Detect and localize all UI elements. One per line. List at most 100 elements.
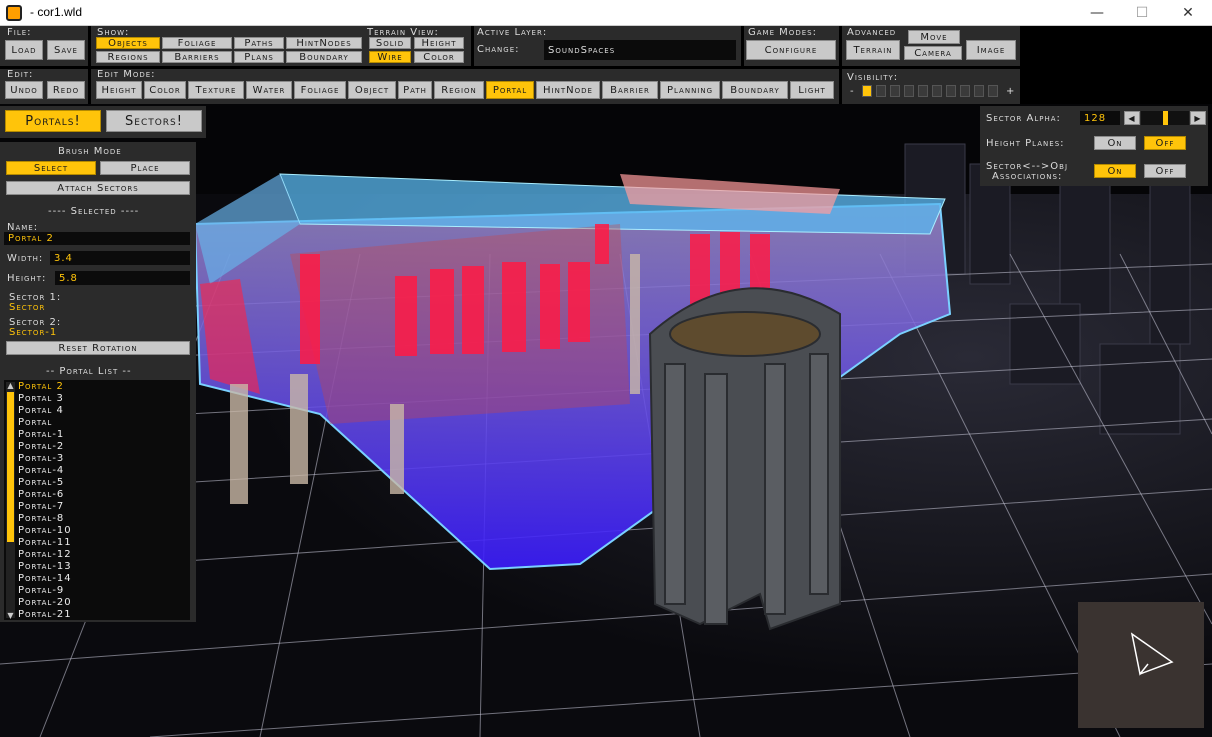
edit-mode-hintnode-button[interactable]: HintNode — [536, 81, 600, 99]
visibility-slider[interactable] — [862, 85, 1002, 99]
height-field[interactable]: 5.8 — [55, 271, 190, 285]
portal-list-item[interactable]: Portal-11 — [18, 537, 183, 549]
terrain-color-button[interactable]: Color — [414, 51, 464, 63]
show-paths-button[interactable]: Paths — [234, 37, 284, 49]
show-barriers-button[interactable]: Barriers — [162, 51, 232, 63]
visibility-decrease[interactable]: - — [850, 86, 855, 97]
sector-alpha-slider[interactable] — [1141, 111, 1189, 125]
sector-alpha-value[interactable]: 128 — [1080, 111, 1120, 125]
move-button[interactable]: Move — [908, 30, 960, 44]
portal-list-item[interactable]: Portal 3 — [18, 393, 183, 405]
maximize-button[interactable]: ☐ — [1119, 0, 1165, 26]
portal-list-item[interactable]: Portal-10 — [18, 525, 183, 537]
scroll-down-icon[interactable]: ▼ — [6, 611, 15, 621]
visibility-step[interactable] — [932, 85, 942, 97]
show-plans-button[interactable]: Plans — [234, 51, 284, 63]
portal-list-item[interactable]: Portal-7 — [18, 501, 183, 513]
show-foliage-button[interactable]: Foliage — [162, 37, 232, 49]
associations-on-button[interactable]: On — [1094, 164, 1136, 178]
camera-button[interactable]: Camera — [904, 46, 962, 60]
edit-mode-portal-button[interactable]: Portal — [486, 81, 534, 99]
edit-mode-region-button[interactable]: Region — [434, 81, 484, 99]
edit-mode-barrier-button[interactable]: Barrier — [602, 81, 658, 99]
visibility-step[interactable] — [974, 85, 984, 97]
portal-list-item[interactable]: Portal-5 — [18, 477, 183, 489]
alpha-decrease-button[interactable]: ◀ — [1124, 111, 1140, 125]
portal-list-item[interactable]: Portal-12 — [18, 549, 183, 561]
edit-mode-planning-button[interactable]: Planning — [660, 81, 720, 99]
portal-list-item[interactable]: Portal — [18, 417, 183, 429]
sector1-value: Sector — [9, 302, 46, 313]
height-planes-off-button[interactable]: Off — [1144, 136, 1186, 150]
show-boundary-button[interactable]: Boundary — [286, 51, 362, 63]
portal-list-item[interactable]: Portal-21 — [18, 609, 183, 621]
file-label: File: — [7, 27, 32, 38]
terrain-height-button[interactable]: Height — [414, 37, 464, 49]
visibility-step[interactable] — [988, 85, 998, 97]
visibility-step[interactable] — [876, 85, 886, 97]
visibility-step[interactable] — [918, 85, 928, 97]
brush-select-button[interactable]: Select — [6, 161, 96, 175]
reset-rotation-button[interactable]: Reset Rotation — [6, 341, 190, 355]
visibility-step[interactable] — [960, 85, 970, 97]
edit-mode-water-button[interactable]: Water — [246, 81, 292, 99]
load-button[interactable]: Load — [5, 40, 43, 60]
close-button[interactable]: ✕ — [1165, 0, 1211, 26]
sector-alpha-label: Sector Alpha: — [986, 113, 1061, 124]
show-hintnodes-button[interactable]: HintNodes — [286, 37, 362, 49]
portals-tab[interactable]: Portals! — [5, 110, 101, 132]
terrain-wire-button[interactable]: Wire — [369, 51, 411, 63]
portal-list-item[interactable]: Portal-4 — [18, 465, 183, 477]
edit-mode-light-button[interactable]: Light — [790, 81, 834, 99]
undo-button[interactable]: Undo — [5, 81, 43, 99]
associations-off-button[interactable]: Off — [1144, 164, 1186, 178]
divider — [88, 26, 91, 104]
image-button[interactable]: Image — [966, 40, 1016, 60]
redo-button[interactable]: Redo — [47, 81, 85, 99]
edit-mode-object-button[interactable]: Object — [348, 81, 396, 99]
visibility-step[interactable] — [946, 85, 956, 97]
attach-sectors-button[interactable]: Attach Sectors — [6, 181, 190, 195]
portal-list-item[interactable]: Portal 2 — [18, 381, 183, 393]
configure-button[interactable]: Configure — [746, 40, 836, 60]
sector-alpha-thumb[interactable] — [1163, 111, 1168, 125]
edit-mode-height-button[interactable]: Height — [96, 81, 142, 99]
edit-mode-foliage-button[interactable]: Foliage — [294, 81, 346, 99]
terrain-solid-button[interactable]: Solid — [369, 37, 411, 49]
portal-list-item[interactable]: Portal-6 — [18, 489, 183, 501]
show-regions-button[interactable]: Regions — [96, 51, 160, 63]
scroll-up-icon[interactable]: ▲ — [6, 381, 15, 391]
portal-list-item[interactable]: Portal 4 — [18, 405, 183, 417]
selected-header: ---- Selected ---- — [48, 206, 140, 217]
portal-list-item[interactable]: Portal-2 — [18, 441, 183, 453]
name-field[interactable]: Portal 2 — [4, 232, 190, 245]
visibility-step[interactable] — [904, 85, 914, 97]
associations-label-2: Associations: — [992, 171, 1063, 182]
edit-mode-boundary-button[interactable]: Boundary — [722, 81, 788, 99]
minimize-button[interactable]: — — [1074, 0, 1120, 26]
visibility-increase[interactable]: + — [1006, 86, 1015, 97]
save-button[interactable]: Save — [47, 40, 85, 60]
portal-list-item[interactable]: Portal-8 — [18, 513, 183, 525]
sectors-tab[interactable]: Sectors! — [106, 110, 202, 132]
portal-list-item[interactable]: Portal-14 — [18, 573, 183, 585]
visibility-step[interactable] — [890, 85, 900, 97]
visibility-step[interactable] — [862, 85, 872, 97]
alpha-increase-button[interactable]: ▶ — [1190, 111, 1206, 125]
edit-mode-color-button[interactable]: Color — [144, 81, 186, 99]
portal-list-item[interactable]: Portal-13 — [18, 561, 183, 573]
active-layer-field[interactable]: SoundSpaces — [544, 40, 736, 60]
portal-list-scroll-thumb[interactable] — [7, 392, 14, 542]
portal-list-item[interactable]: Portal-20 — [18, 597, 183, 609]
portal-list-item[interactable]: Portal-3 — [18, 453, 183, 465]
portal-list-item[interactable]: Portal-9 — [18, 585, 183, 597]
edit-mode-texture-button[interactable]: Texture — [188, 81, 244, 99]
brush-place-button[interactable]: Place — [100, 161, 190, 175]
portal-list-item[interactable]: Portal-1 — [18, 429, 183, 441]
edit-mode-path-button[interactable]: Path — [398, 81, 432, 99]
terrain-button[interactable]: Terrain — [846, 40, 900, 60]
width-field[interactable]: 3.4 — [50, 251, 190, 265]
show-objects-button[interactable]: Objects — [96, 37, 160, 49]
height-planes-on-button[interactable]: On — [1094, 136, 1136, 150]
viewport-3d[interactable]: Portals! Sectors! Brush Mode Select Plac… — [0, 104, 1212, 737]
